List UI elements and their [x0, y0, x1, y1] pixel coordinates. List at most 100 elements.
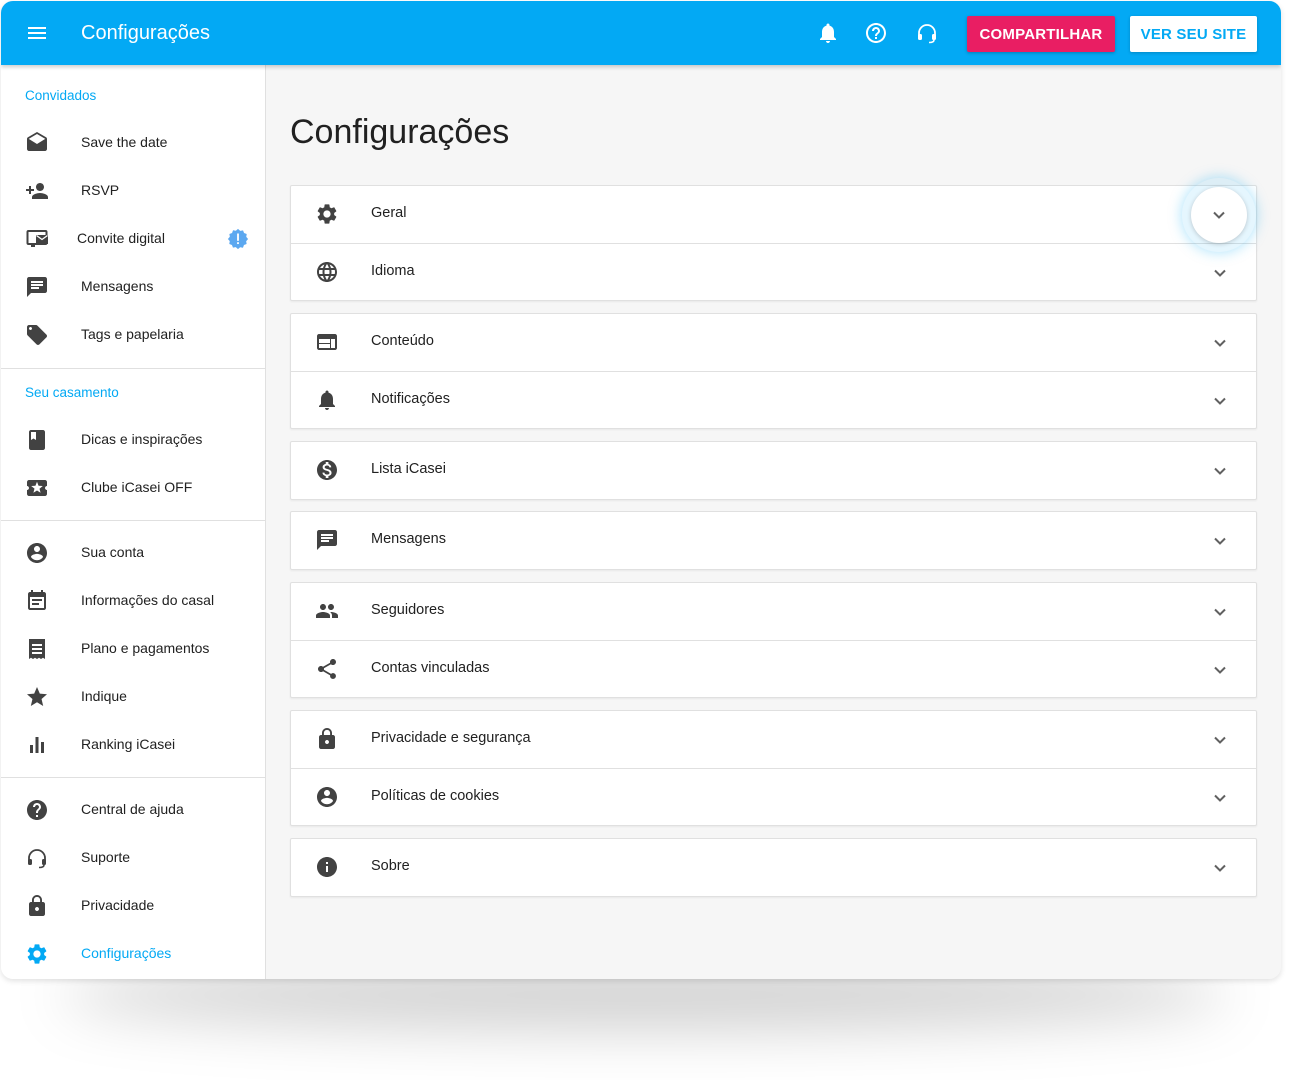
sidebar-item-convite-digital[interactable]: Convite digital [1, 215, 265, 263]
sidebar-item-label: Dicas e inspirações [81, 431, 203, 447]
panel-label: Idioma [371, 263, 415, 279]
bell-icon [315, 388, 339, 412]
sidebar-item-configuracoes[interactable]: Configurações [1, 930, 265, 978]
bell-icon[interactable] [816, 21, 840, 45]
geral-expand-button[interactable] [1191, 187, 1247, 243]
lock-icon [315, 727, 339, 751]
chevron-down-icon[interactable] [1208, 786, 1232, 810]
globe-icon [315, 260, 339, 284]
settings-group: Sobre [290, 838, 1257, 897]
sidebar-item-label: Sua conta [81, 544, 145, 560]
panel-label: Políticas de cookies [371, 788, 500, 804]
panel-label: Sobre [371, 858, 410, 874]
gear-icon [315, 202, 339, 226]
sidebar: Convidados Save the date RSVP Convite di… [1, 65, 266, 979]
dollar-icon [315, 458, 339, 482]
sidebar-item-privacidade[interactable]: Privacidade [1, 882, 265, 930]
bar-chart-icon [25, 733, 49, 757]
chevron-down-icon[interactable] [1208, 529, 1232, 553]
panel-mensagens[interactable]: Mensagens [291, 512, 1256, 569]
app-window: Configurações COMPARTILHAR VER SEU SITE … [1, 1, 1281, 979]
panel-notificacoes[interactable]: Notificações [291, 371, 1256, 428]
app-bar-title: Configurações [81, 22, 210, 44]
sidebar-item-label: Suporte [81, 849, 131, 865]
sidebar-item-label: Indique [81, 688, 127, 704]
support-icon [25, 846, 49, 870]
chevron-down-icon[interactable] [1208, 728, 1232, 752]
share-button[interactable]: COMPARTILHAR [967, 16, 1115, 52]
support-icon[interactable] [915, 21, 939, 45]
sidebar-item-sua-conta[interactable]: Sua conta [1, 529, 265, 577]
sidebar-item-indique[interactable]: Indique [1, 673, 265, 721]
lock-icon [25, 894, 49, 918]
sidebar-item-label: Convite digital [77, 230, 165, 246]
help-circle-icon[interactable] [864, 21, 888, 45]
sidebar-item-central-ajuda[interactable]: Central de ajuda [1, 786, 265, 834]
message-icon [25, 275, 49, 299]
menu-icon[interactable] [25, 21, 49, 45]
info-icon [227, 228, 249, 250]
panel-sobre[interactable]: Sobre [291, 839, 1256, 896]
chevron-down-icon[interactable] [1208, 261, 1232, 285]
sidebar-item-dicas[interactable]: Dicas e inspirações [1, 416, 265, 464]
panel-seguidores[interactable]: Seguidores [291, 583, 1256, 640]
sidebar-item-ranking[interactable]: Ranking iCasei [1, 721, 265, 769]
settings-group: Lista iCasei [290, 441, 1257, 500]
person-add-icon [25, 179, 49, 203]
event-note-icon [25, 589, 49, 613]
message-icon [315, 528, 339, 552]
receipt-icon [25, 637, 49, 661]
panel-contas-vinculadas[interactable]: Contas vinculadas [291, 640, 1256, 697]
chevron-down-icon[interactable] [1208, 459, 1232, 483]
sidebar-divider [1, 368, 265, 369]
help-icon [25, 798, 49, 822]
sidebar-item-informacoes-casal[interactable]: Informações do casal [1, 577, 265, 625]
sidebar-item-label: Configurações [81, 945, 172, 961]
web-icon [315, 330, 339, 354]
chevron-down-icon[interactable] [1208, 600, 1232, 624]
chevron-down-icon[interactable] [1208, 331, 1232, 355]
sidebar-item-mensagens[interactable]: Mensagens [1, 263, 265, 311]
panel-label: Lista iCasei [371, 461, 446, 477]
sidebar-item-rsvp[interactable]: RSVP [1, 167, 265, 215]
panel-conteudo[interactable]: Conteúdo [291, 314, 1256, 371]
sidebar-item-label: Clube iCasei OFF [81, 479, 193, 495]
digital-invite-icon [25, 227, 49, 251]
panel-label: Mensagens [371, 531, 446, 547]
sidebar-item-label: Informações do casal [81, 592, 215, 608]
sidebar-item-label: Ranking iCasei [81, 736, 176, 752]
chevron-down-icon[interactable] [1208, 856, 1232, 880]
page-title: Configurações [290, 113, 510, 151]
panel-idioma[interactable]: Idioma [291, 243, 1256, 300]
panel-label: Notificações [371, 391, 450, 407]
sidebar-section-convidados: Convidados [25, 88, 97, 103]
chevron-down-icon[interactable] [1208, 658, 1232, 682]
sidebar-item-clube[interactable]: Clube iCasei OFF [1, 464, 265, 512]
panel-geral[interactable]: Geral [291, 186, 1256, 243]
panel-label: Geral [371, 205, 407, 221]
sidebar-item-suporte[interactable]: Suporte [1, 834, 265, 882]
sidebar-item-label: Tags e papelaria [81, 326, 184, 342]
sidebar-item-tags-papelaria[interactable]: Tags e papelaria [1, 311, 265, 359]
chevron-down-icon[interactable] [1208, 389, 1232, 413]
panel-label: Seguidores [371, 602, 445, 618]
panel-label: Conteúdo [371, 333, 434, 349]
sidebar-item-label: RSVP [81, 182, 120, 198]
sidebar-item-save-the-date[interactable]: Save the date [1, 119, 265, 167]
people-icon [315, 599, 339, 623]
ticket-icon [25, 476, 49, 500]
info-icon [315, 855, 339, 879]
panel-politicas-cookies[interactable]: Políticas de cookies [291, 768, 1256, 825]
sidebar-section-seu-casamento: Seu casamento [25, 385, 119, 400]
settings-group: Mensagens [290, 511, 1257, 570]
panel-lista-icasei[interactable]: Lista iCasei [291, 442, 1256, 499]
account-circle-icon [315, 785, 339, 809]
top-app-bar: Configurações COMPARTILHAR VER SEU SITE [1, 1, 1281, 65]
view-site-button[interactable]: VER SEU SITE [1130, 16, 1257, 52]
sidebar-item-plano[interactable]: Plano e pagamentos [1, 625, 265, 673]
settings-group: Geral Idioma [290, 185, 1257, 301]
panel-label: Contas vinculadas [371, 660, 490, 676]
sidebar-divider [1, 777, 265, 778]
panel-privacidade-seguranca[interactable]: Privacidade e segurança [291, 711, 1256, 768]
settings-group: Conteúdo Notificações [290, 313, 1257, 429]
